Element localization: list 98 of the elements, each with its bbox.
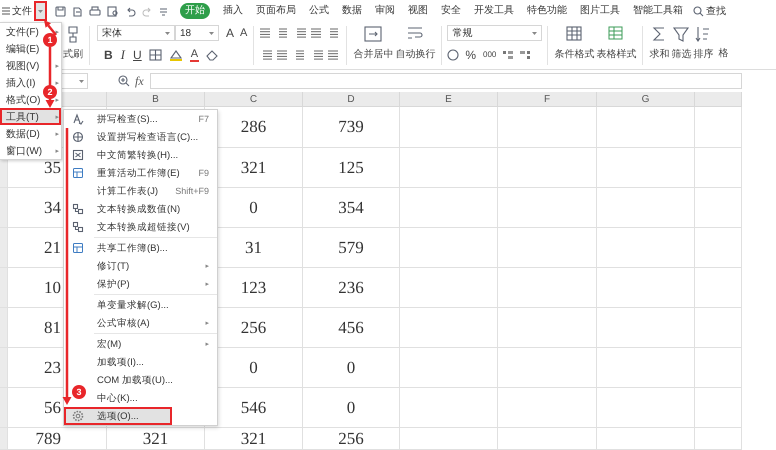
caret-icon[interactable] (532, 32, 538, 34)
menu-item[interactable]: 文件(F) (6, 24, 39, 38)
dropdown-button[interactable] (34, 1, 47, 21)
column-header[interactable]: C (205, 92, 303, 107)
table-cell (695, 107, 742, 148)
table-icon (564, 25, 584, 43)
menu-item[interactable]: 格式(O) (6, 92, 40, 106)
print-icon[interactable] (89, 6, 101, 16)
export-icon[interactable] (72, 6, 83, 16)
ribbon-tab[interactable]: 插入 (223, 3, 243, 19)
decrease-decimal-icon[interactable] (519, 49, 532, 61)
ribbon-tab[interactable]: 数据 (342, 3, 362, 19)
ribbon-tab[interactable]: 审阅 (375, 3, 395, 19)
filter-icon (671, 25, 692, 43)
formula-input[interactable] (150, 73, 742, 89)
table-cell: 0 (303, 388, 400, 428)
menu-item[interactable]: 编辑(E) (6, 42, 40, 56)
menu-item[interactable]: 选项(O)... (64, 407, 172, 425)
table-cell: 456 (303, 308, 400, 348)
search-icon (693, 6, 704, 16)
caret-icon[interactable] (79, 80, 84, 82)
save-icon[interactable] (55, 6, 66, 16)
undo-icon[interactable] (125, 6, 136, 16)
table-cell (695, 268, 742, 308)
column-header[interactable]: B (107, 92, 205, 107)
shrink-font-button[interactable]: A (239, 26, 248, 40)
wrap-text-button[interactable]: 自动换行 (394, 22, 436, 69)
preview-icon[interactable] (107, 6, 119, 16)
grow-font-button[interactable]: A (225, 26, 236, 40)
menu-item[interactable]: 插入(I) (6, 76, 36, 90)
eraser-icon[interactable] (205, 49, 218, 61)
file-menu-label[interactable]: 文件 (12, 4, 32, 18)
table-cell: 256 (303, 428, 400, 450)
menu-item[interactable]: 设置拼写检查语言(C)... (97, 132, 198, 142)
bold-button[interactable]: B (103, 48, 114, 62)
ribbon-tab[interactable]: 页面布局 (256, 3, 296, 19)
merge-cells-icon (363, 25, 384, 43)
ribbon-tab[interactable]: 开发工具 (474, 3, 514, 19)
table-cell (695, 428, 742, 450)
sort-button[interactable]: 排序 (692, 22, 714, 69)
font-size-select[interactable]: 18 (175, 25, 219, 41)
column-header[interactable]: E (400, 92, 498, 107)
ribbon-tab[interactable]: 图片工具 (580, 3, 620, 19)
table-cell (695, 188, 742, 228)
thousands-button[interactable]: 000 (482, 48, 498, 62)
ribbon-tab[interactable]: 安全 (441, 3, 461, 19)
ribbon-tab[interactable]: 特色功能 (527, 3, 567, 19)
table-cell: 321 (107, 428, 205, 450)
number-format-select[interactable]: 常规 (447, 25, 542, 41)
arrow (44, 20, 57, 36)
ribbon-label: 格 (718, 46, 728, 60)
table-cell (695, 148, 742, 188)
table-style-button[interactable]: 表格样式 (595, 22, 638, 69)
border-icon[interactable] (148, 49, 162, 61)
filter-button[interactable]: 筛选 (670, 22, 692, 69)
ribbon-tab[interactable]: 公式 (309, 3, 329, 19)
menu-item[interactable]: 中心(K)... (97, 392, 138, 404)
search-button[interactable]: 查找 (693, 4, 726, 18)
table-cell: 125 (303, 148, 400, 188)
italic-button[interactable]: I (120, 48, 126, 62)
table-cell: 236 (303, 268, 400, 308)
percent-button[interactable]: % (464, 48, 478, 62)
arrow (46, 47, 54, 108)
font-select[interactable]: 宋体 (97, 25, 175, 41)
menu-item[interactable]: 视图(V) (6, 58, 40, 72)
table-cell (695, 228, 742, 268)
underline-button[interactable]: U (132, 48, 143, 62)
menu-item[interactable]: 数据(D) (6, 126, 40, 140)
column-header[interactable]: G (597, 92, 695, 107)
caret-icon[interactable] (209, 32, 214, 34)
merge-center-button[interactable]: 合并居中 (352, 22, 394, 69)
caret-icon[interactable] (38, 10, 43, 12)
table-cell: 789 (8, 428, 107, 450)
table-cell (695, 388, 742, 428)
zoom-icon[interactable] (118, 75, 130, 87)
table-cell: 579 (303, 228, 400, 268)
font-color-button[interactable]: A (190, 48, 200, 62)
menu-icon[interactable] (2, 7, 10, 15)
sum-button[interactable]: 求和 (648, 22, 670, 69)
table-cell: 0 (303, 348, 400, 388)
fill-color-icon[interactable] (168, 49, 184, 61)
increase-decimal-icon[interactable] (502, 49, 514, 61)
table-cell: 321 (205, 428, 303, 450)
ribbon-tab[interactable]: 智能工具箱 (633, 3, 683, 19)
table-cell (695, 348, 742, 388)
menu-item[interactable]: 拼写检查(S)... (97, 114, 158, 124)
format-painter-button[interactable]: 式刷 (62, 22, 84, 69)
ribbon-tab[interactable]: 视图 (408, 3, 428, 19)
table-cell (695, 308, 742, 348)
table-cell: 354 (303, 188, 400, 228)
customize-icon[interactable] (159, 6, 168, 16)
column-header[interactable]: D (303, 92, 400, 107)
currency-icon[interactable] (447, 49, 460, 61)
conditional-format-button[interactable]: 条件格式 (553, 22, 596, 69)
caret-icon[interactable] (165, 32, 170, 34)
table-cell: 739 (303, 107, 400, 148)
fx-label[interactable]: fx (135, 74, 144, 88)
column-header[interactable]: F (498, 92, 597, 107)
